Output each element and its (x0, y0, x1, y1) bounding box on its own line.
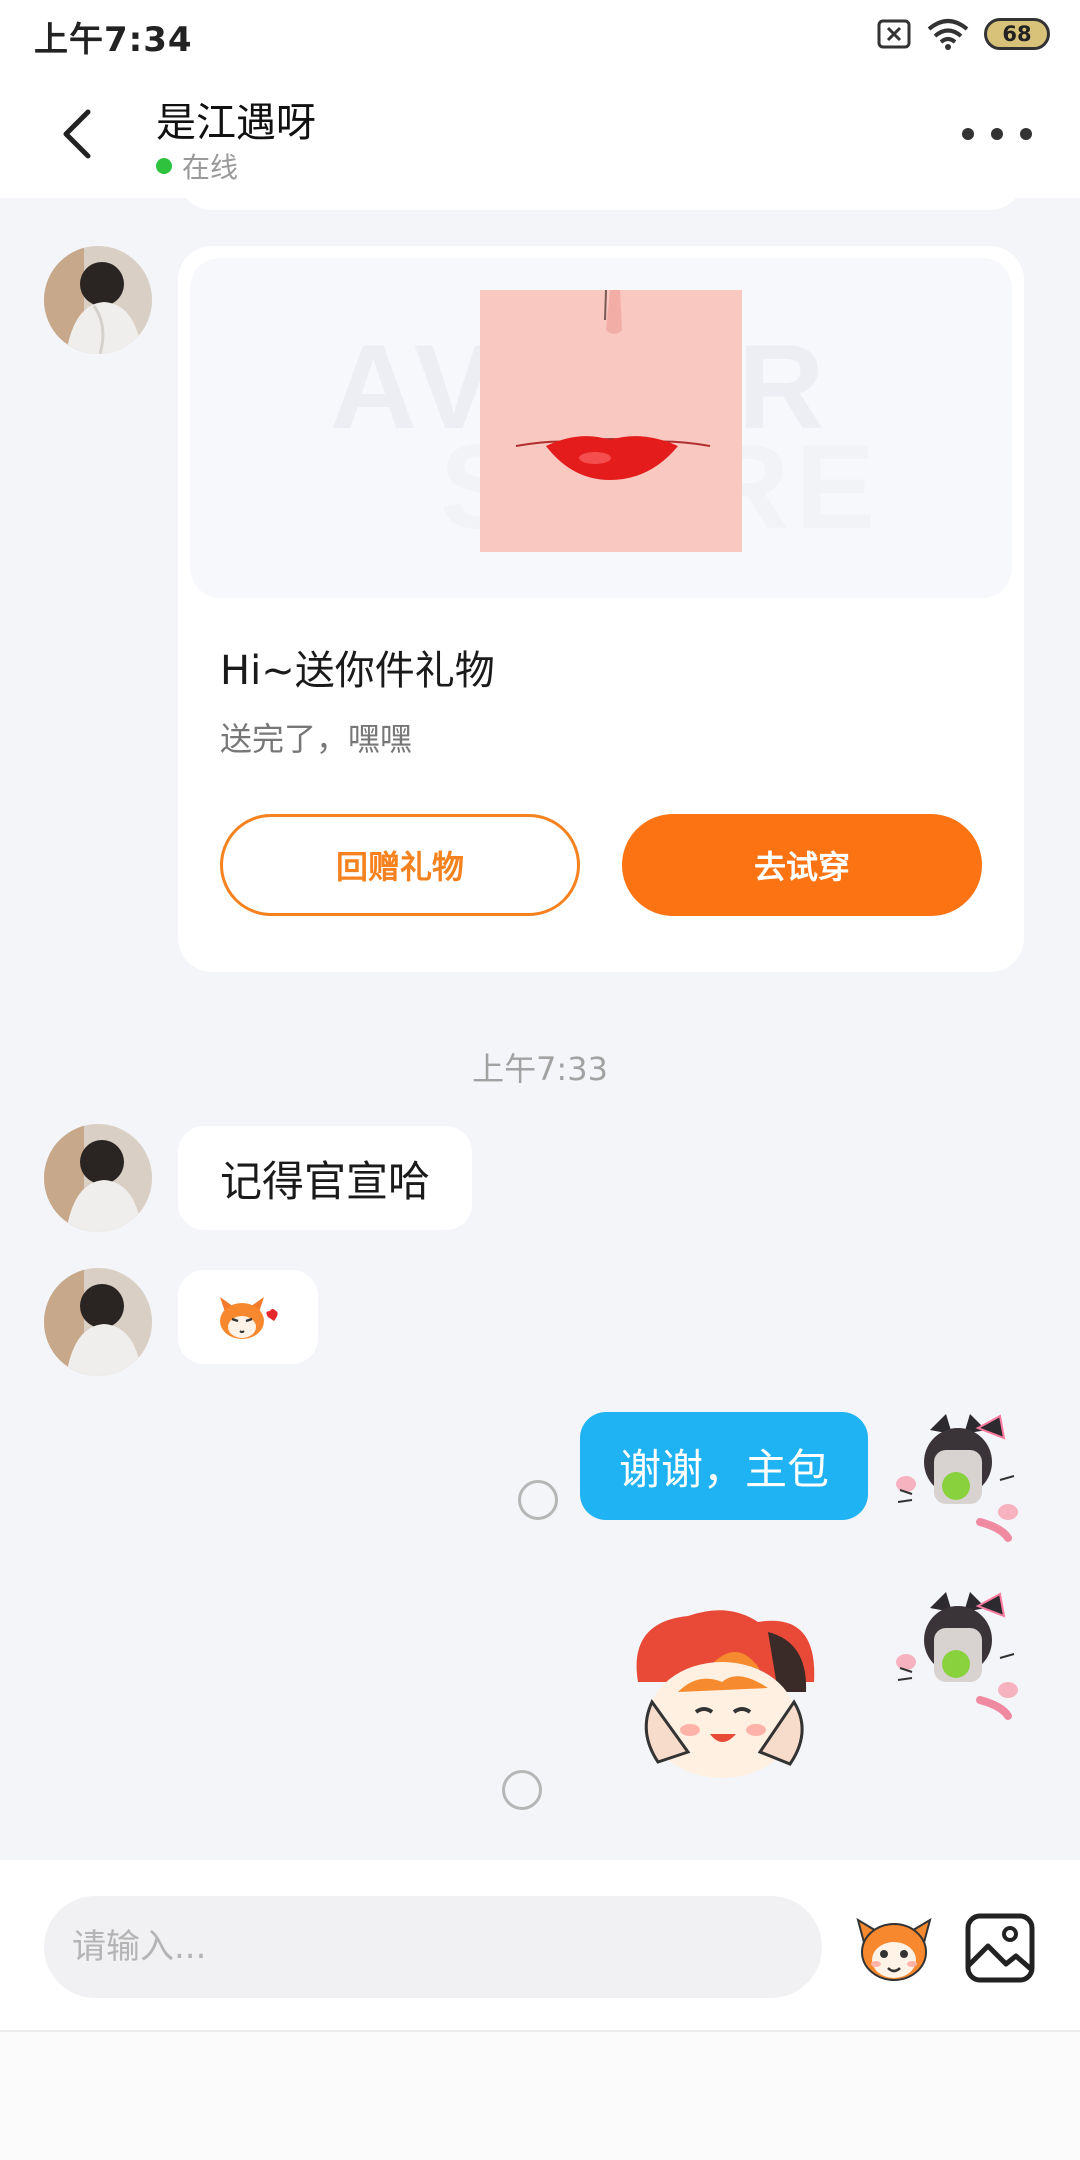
more-options-button[interactable] (962, 114, 1032, 154)
message-text: 谢谢，主包 (618, 1444, 829, 1494)
fox-emoji-icon (856, 1917, 932, 1981)
contact-avatar[interactable] (44, 246, 152, 354)
image-icon (965, 1913, 1035, 1983)
message-text: 记得官宣哈 (220, 1156, 431, 1206)
image-button[interactable] (962, 1910, 1038, 1986)
status-bar: 上午7:34 68 (0, 0, 1080, 70)
online-dot-icon (156, 158, 172, 174)
try-on-button[interactable]: 去试穿 (622, 814, 982, 916)
fox-hug-sticker-icon (636, 1610, 815, 1778)
gift-item-image (480, 289, 742, 552)
gift-message-card[interactable]: AVATAR STORE Hi~送你件礼物 送完了，嘿嘿 回赠礼物 去试穿 (178, 246, 1024, 972)
my-avatar[interactable] (890, 1410, 1026, 1546)
message-list[interactable]: AVATAR STORE Hi~送你件礼物 送完了，嘿嘿 回赠礼物 去试穿 上午… (0, 198, 1080, 1860)
sticker-message[interactable] (618, 1602, 830, 1792)
my-message-bubble[interactable]: 谢谢，主包 (580, 1412, 868, 1520)
contact-avatar[interactable] (44, 1124, 152, 1232)
gift-title: Hi~送你件礼物 (220, 648, 495, 694)
unread-indicator (502, 1770, 542, 1810)
message-timestamp: 上午7:33 (472, 1050, 608, 1088)
my-avatar[interactable] (890, 1588, 1026, 1724)
chevron-left-icon (63, 109, 91, 159)
bottom-safe-area (0, 2030, 1080, 2160)
dot (962, 128, 974, 140)
avatar-photo-icon (44, 1268, 152, 1376)
previous-message-card (178, 198, 1024, 210)
emoji-button[interactable] (852, 1906, 936, 1990)
unread-indicator (518, 1480, 558, 1520)
back-button[interactable] (48, 104, 104, 164)
dot (991, 128, 1003, 140)
lips-icon (480, 289, 742, 552)
return-gift-button[interactable]: 回赠礼物 (220, 814, 580, 916)
contact-avatar[interactable] (44, 1268, 152, 1376)
dot (1020, 128, 1032, 140)
status-icons: 68 (876, 14, 1050, 54)
composer-bar (0, 1860, 1080, 2030)
gift-preview: AVATAR STORE (190, 258, 1012, 598)
online-status: 在线 (156, 146, 238, 186)
fox-emoji-icon (220, 1297, 278, 1339)
message-bubble[interactable]: 记得官宣哈 (178, 1126, 473, 1230)
avatar-photo-icon (44, 1124, 152, 1232)
cat-girl-avatar-icon (896, 1414, 1018, 1542)
chat-header: 是江遇呀 在线 (0, 70, 1080, 198)
sim-off-icon (877, 19, 911, 49)
avatar-photo-icon (44, 246, 152, 354)
status-time: 上午7:34 (34, 20, 193, 60)
wifi-icon (927, 19, 969, 50)
contact-name[interactable]: 是江遇呀 (156, 90, 316, 148)
message-bubble[interactable] (178, 1270, 318, 1364)
battery-level: 68 (1002, 22, 1032, 46)
cat-girl-avatar-icon (896, 1592, 1018, 1720)
battery-icon: 68 (984, 18, 1050, 50)
message-input[interactable] (44, 1896, 822, 1998)
online-status-label: 在线 (182, 151, 239, 184)
gift-subtitle: 送完了，嘿嘿 (220, 720, 413, 758)
